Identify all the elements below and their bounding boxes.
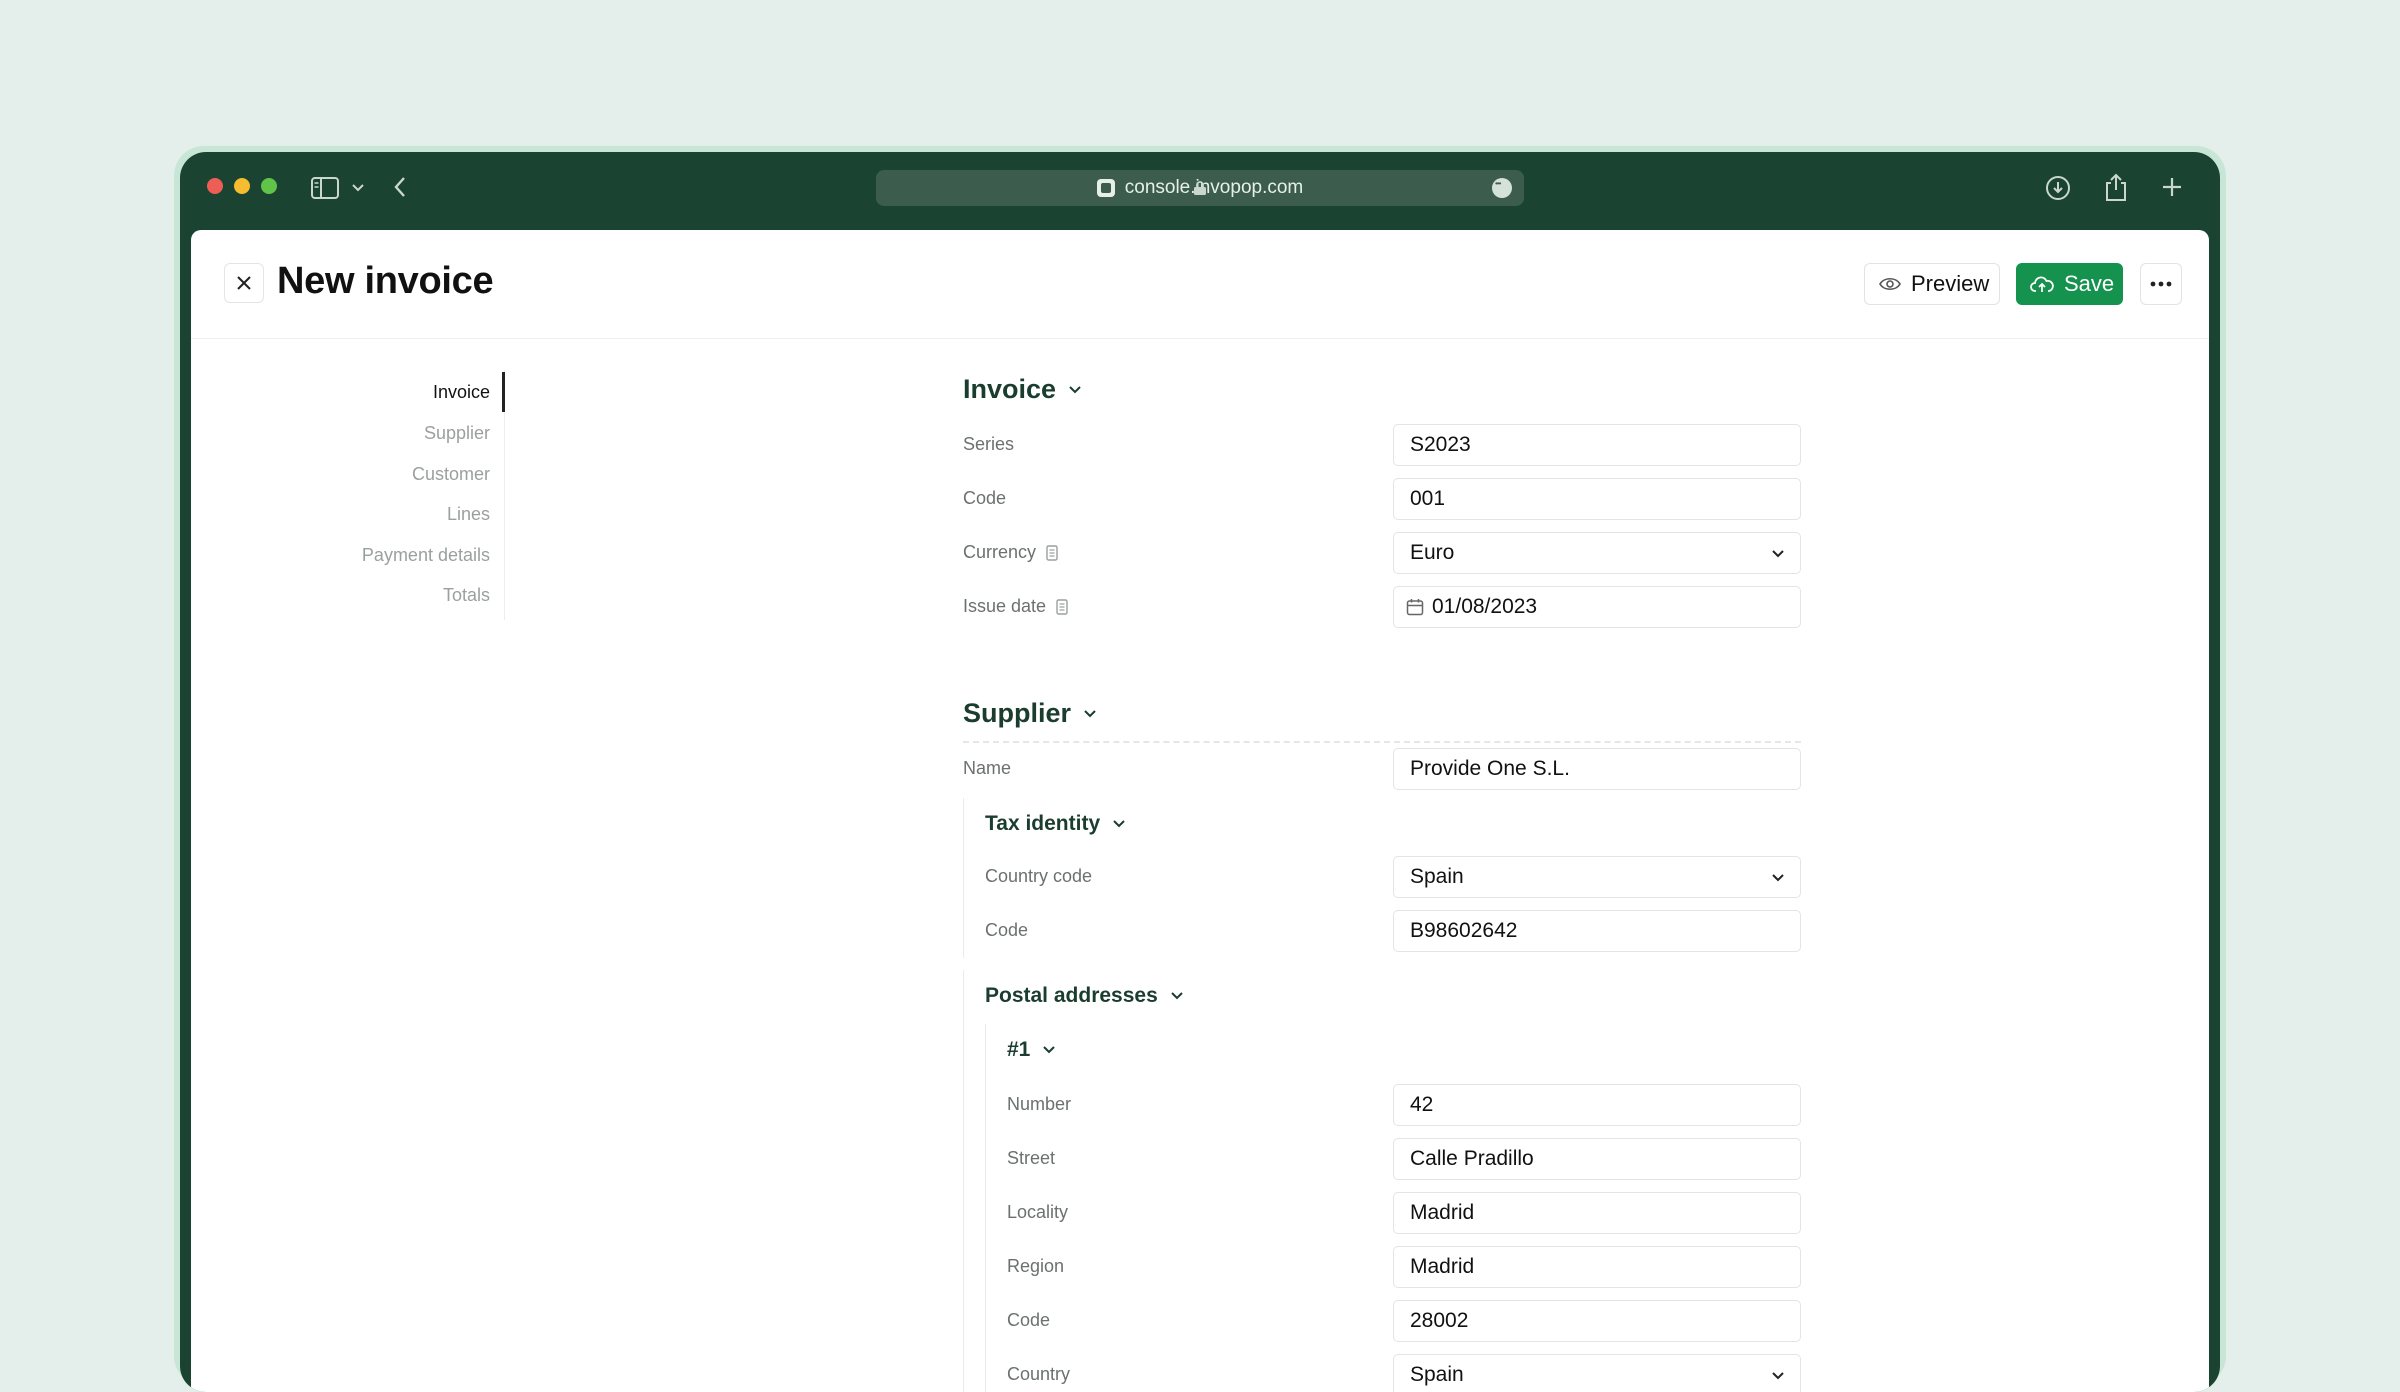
chevron-down-icon	[1772, 550, 1784, 558]
chevron-down-icon	[1171, 992, 1183, 1000]
close-window-button[interactable]	[207, 178, 223, 194]
nav-item-payment-details[interactable]: Payment details	[362, 545, 490, 566]
address-street-input[interactable]: Calle Pradillo	[1393, 1138, 1801, 1180]
issue-date-value: 01/08/2023	[1432, 595, 1538, 618]
tax-country-code-select[interactable]: Spain	[1393, 856, 1801, 898]
chevron-down-icon	[1043, 1046, 1056, 1054]
close-button[interactable]	[224, 263, 264, 303]
postal-addresses-nesting-line	[963, 970, 964, 1392]
preview-label: Preview	[1911, 271, 1990, 296]
tax-country-code-value: Spain	[1410, 865, 1464, 888]
supplier-name-label: Name	[963, 758, 1012, 778]
address-item-title: #1	[1007, 1038, 1031, 1061]
supplier-section-toggle[interactable]: Supplier	[963, 698, 1097, 729]
address-region-input[interactable]: Madrid	[1393, 1246, 1801, 1288]
address-item-nesting-line	[985, 1024, 986, 1392]
code-input[interactable]: 001	[1393, 478, 1801, 520]
plus-icon[interactable]	[2159, 174, 2185, 200]
nav-item-totals[interactable]: Totals	[443, 585, 490, 606]
address-locality-input[interactable]: Madrid	[1393, 1192, 1801, 1234]
postal-addresses-title: Postal addresses	[985, 984, 1158, 1007]
more-horizontal-icon	[2150, 281, 2172, 287]
preview-button[interactable]: Preview	[1864, 263, 2000, 305]
cloud-upload-icon	[2030, 276, 2054, 292]
browser-window: console.invopop.com New invoice Preview	[180, 152, 2220, 1392]
nav-item-supplier[interactable]: Supplier	[424, 423, 490, 444]
download-icon[interactable]	[2043, 173, 2073, 203]
back-arrow-icon[interactable]	[390, 174, 410, 200]
currency-select[interactable]: Euro	[1393, 532, 1801, 574]
url-text: console.invopop.com	[1124, 177, 1304, 198]
currency-value: Euro	[1410, 541, 1455, 564]
code-label: Code	[963, 488, 1007, 508]
maximize-window-button[interactable]	[261, 178, 277, 194]
document-icon	[1056, 598, 1068, 615]
tax-identity-toggle[interactable]: Tax identity	[985, 812, 1126, 836]
address-code-label: Code	[1007, 1310, 1051, 1330]
issue-date-label: Issue date	[963, 596, 1047, 616]
tax-country-code-label: Country code	[985, 866, 1093, 886]
series-label: Series	[963, 434, 1015, 454]
tax-identity-nesting-line	[963, 798, 964, 958]
issue-date-field-label: Issue date	[963, 596, 1068, 617]
invoice-section-toggle[interactable]: Invoice	[963, 374, 1082, 405]
address-code-input[interactable]: 28002	[1393, 1300, 1801, 1342]
chevron-down-icon	[1113, 820, 1125, 828]
address-country-value: Spain	[1410, 1363, 1464, 1386]
invoice-section-title: Invoice	[963, 374, 1057, 404]
series-input[interactable]: S2023	[1393, 424, 1801, 466]
currency-label: Currency	[963, 542, 1037, 562]
address-region-label: Region	[1007, 1256, 1065, 1276]
document-icon	[1046, 544, 1058, 561]
supplier-section-title: Supplier	[963, 698, 1072, 728]
chevron-down-icon[interactable]	[350, 182, 366, 194]
lock-icon	[1193, 180, 1207, 196]
chevron-down-icon	[1772, 874, 1784, 882]
section-nav-active-indicator	[502, 372, 505, 412]
address-item-toggle[interactable]: #1	[1007, 1038, 1056, 1062]
chevron-down-icon	[1772, 1372, 1784, 1380]
address-country-select[interactable]: Spain	[1393, 1354, 1801, 1392]
close-icon	[237, 276, 251, 290]
currency-field-label: Currency	[963, 542, 1058, 563]
address-number-label: Number	[1007, 1094, 1072, 1114]
nav-item-invoice[interactable]: Invoice	[433, 382, 490, 403]
calendar-icon	[1406, 599, 1424, 616]
nav-item-customer[interactable]: Customer	[412, 464, 490, 485]
more-options-button[interactable]	[2140, 263, 2182, 305]
address-street-label: Street	[1007, 1148, 1056, 1168]
save-label: Save	[2064, 271, 2115, 296]
tax-code-input[interactable]: B98602642	[1393, 910, 1801, 952]
site-favicon-icon	[1096, 179, 1115, 197]
chevron-down-icon	[1069, 385, 1081, 393]
section-divider	[963, 741, 1801, 743]
supplier-name-input[interactable]: Provide One S.L.	[1393, 748, 1801, 790]
page-header: New invoice Preview Save	[191, 230, 2209, 339]
save-button[interactable]: Save	[2016, 263, 2123, 305]
page-content: New invoice Preview Save Invoice Supplie…	[191, 230, 2209, 1392]
postal-addresses-toggle[interactable]: Postal addresses	[985, 984, 1184, 1008]
address-number-input[interactable]: 42	[1393, 1084, 1801, 1126]
share-icon[interactable]	[2101, 171, 2131, 203]
eye-icon	[1879, 277, 1901, 291]
chevron-down-icon	[1084, 709, 1096, 717]
browser-toolbar: console.invopop.com	[180, 152, 2220, 230]
sidebar-icon[interactable]	[310, 176, 340, 200]
issue-date-input[interactable]: 01/08/2023	[1393, 586, 1801, 628]
url-bar[interactable]: console.invopop.com	[876, 170, 1524, 206]
page-options-icon[interactable]	[1492, 178, 1512, 198]
address-country-label: Country	[1007, 1364, 1071, 1384]
address-locality-label: Locality	[1007, 1202, 1069, 1222]
page-title: New invoice	[277, 260, 494, 302]
tax-code-label: Code	[985, 920, 1029, 940]
tax-identity-title: Tax identity	[985, 812, 1101, 835]
minimize-window-button[interactable]	[234, 178, 250, 194]
nav-item-lines[interactable]: Lines	[447, 504, 490, 525]
